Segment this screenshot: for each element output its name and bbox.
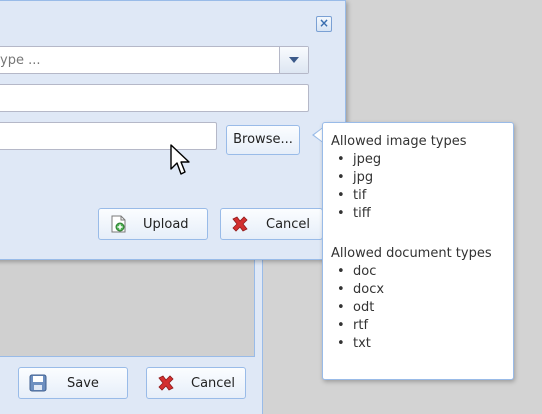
- mouse-pointer-icon: [170, 144, 190, 175]
- cancel-icon: [232, 216, 248, 232]
- close-icon[interactable]: ×: [316, 16, 332, 32]
- cancel-form-button-label: Cancel: [191, 376, 236, 391]
- chevron-down-icon[interactable]: [279, 47, 308, 73]
- list-item: • tiff: [337, 206, 371, 221]
- list-item: • docx: [337, 282, 385, 297]
- screen: Save Cancel × ype ... Browse... Upload C…: [0, 0, 542, 414]
- list-item: • jpg: [337, 170, 374, 185]
- cancel-button-label: Cancel: [266, 217, 311, 232]
- list-item: • odt: [337, 300, 375, 315]
- list-item: • rtf: [337, 318, 369, 333]
- upload-dialog: × ype ... Browse... Upload Cancel: [0, 0, 346, 260]
- name-field[interactable]: [0, 84, 309, 112]
- document-types-list: • doc • docx • odt • rtf • txt: [331, 263, 513, 353]
- image-types-heading: Allowed image types: [331, 134, 467, 149]
- upload-icon: [111, 215, 126, 233]
- list-item: • jpeg: [337, 152, 382, 167]
- allowed-types-tooltip: Allowed image types • jpeg • jpg • tif • tif…: [322, 122, 514, 380]
- upload-button[interactable]: Upload: [98, 208, 208, 240]
- browse-button[interactable]: Browse...: [226, 125, 300, 155]
- cancel-button[interactable]: Cancel: [220, 208, 323, 240]
- cancel-icon: [158, 375, 174, 391]
- image-types-list: • jpeg • jpg • tif • tiff: [331, 151, 513, 223]
- type-combobox[interactable]: ype ...: [0, 46, 309, 74]
- type-combobox-text: ype ...: [0, 53, 41, 68]
- cancel-form-button[interactable]: Cancel: [146, 367, 246, 399]
- save-button-label: Save: [67, 376, 99, 391]
- document-types-heading: Allowed document types: [331, 246, 492, 261]
- list-item: • txt: [337, 336, 371, 351]
- list-item: • tif: [337, 188, 367, 203]
- upload-button-label: Upload: [143, 217, 189, 232]
- save-icon: [29, 374, 47, 392]
- save-button[interactable]: Save: [18, 367, 128, 399]
- list-item: • doc: [337, 264, 377, 279]
